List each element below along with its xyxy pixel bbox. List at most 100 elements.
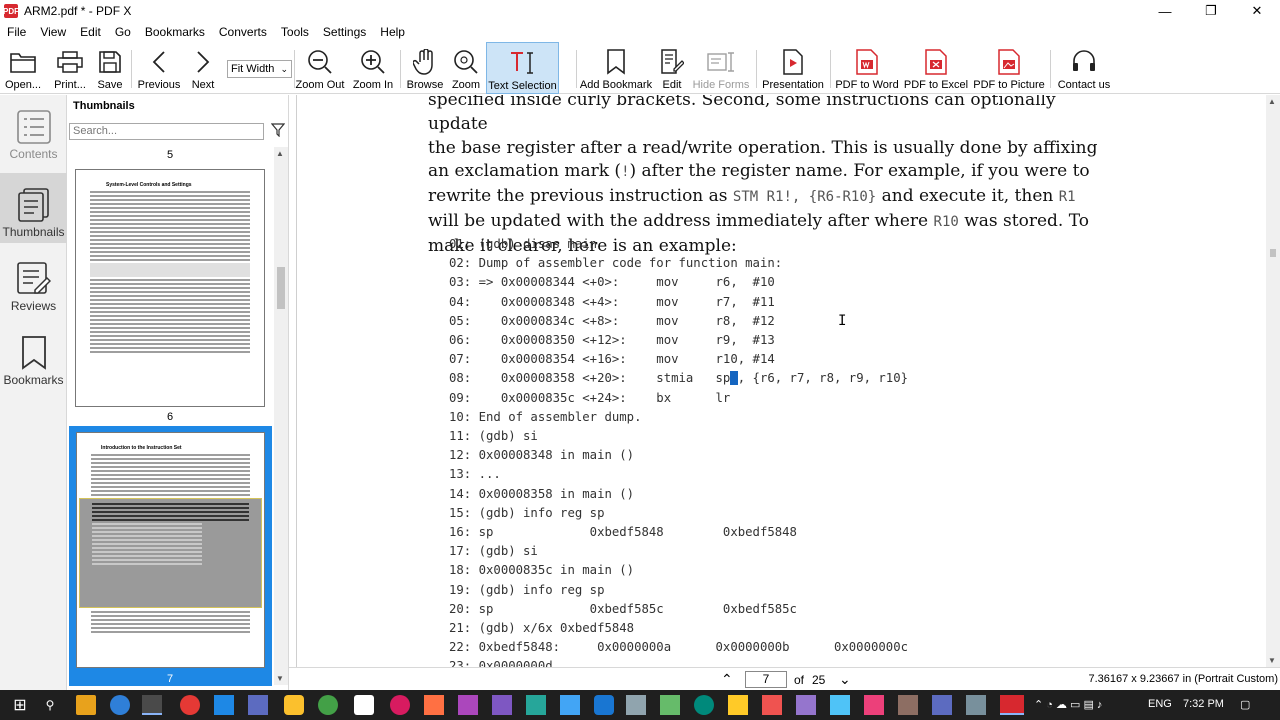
app-icon-notes[interactable] — [728, 695, 748, 715]
previous-page-icon[interactable]: ⌃ — [721, 671, 733, 688]
zoom-in-button[interactable]: Zoom In — [352, 42, 394, 94]
open-button[interactable]: Open... — [2, 42, 44, 94]
document-scrollbar[interactable]: ▲ ▼ — [1266, 95, 1280, 667]
pdf-to-word-button[interactable]: PDF to Word — [835, 42, 899, 94]
menu-file[interactable]: File — [0, 25, 33, 39]
code-line: 12: 0x00008348 in main () — [449, 448, 635, 463]
thumbnail-scrollbar[interactable]: ▲ ▼ — [274, 147, 288, 685]
magnifier-icon — [452, 48, 480, 76]
menu-help[interactable]: Help — [373, 25, 412, 39]
notification-icon[interactable]: ▢ — [1240, 698, 1250, 711]
app-icon-teal[interactable] — [526, 695, 546, 715]
page-total: 25 — [812, 673, 826, 687]
thumb-page-7-text — [79, 454, 262, 633]
app-logo-icon: PDF — [3, 4, 19, 18]
app-icon-green[interactable] — [318, 695, 338, 715]
app-icon-red[interactable] — [762, 695, 782, 715]
pdf-to-picture-button[interactable]: PDF to Picture — [973, 42, 1045, 94]
menu-bookmarks[interactable]: Bookmarks — [138, 25, 212, 39]
start-windows-icon[interactable]: ⊞ — [10, 695, 30, 715]
thumb-page-7-heading: Introduction to the Instruction Set — [101, 445, 182, 451]
menu-edit[interactable]: Edit — [73, 25, 108, 39]
contact-us-button[interactable]: Contact us — [1057, 42, 1111, 94]
search-icon[interactable]: ⚲ — [40, 695, 60, 715]
app-icon-blue[interactable] — [214, 695, 234, 715]
app-icon-brown[interactable] — [898, 695, 918, 715]
add-bookmark-label: Add Bookmark — [579, 79, 653, 91]
nav-bookmarks[interactable]: Bookmarks — [0, 321, 67, 391]
zoom-button[interactable]: Zoom — [451, 42, 481, 94]
save-disk-icon — [96, 48, 124, 76]
scroll-down-icon[interactable]: ▼ — [276, 674, 284, 683]
thumb-page-7[interactable]: Introduction to the Instruction Set — [76, 432, 265, 668]
opera-browser-icon[interactable] — [180, 695, 200, 715]
app-icon-white[interactable] — [354, 695, 374, 715]
maximize-button[interactable]: ❐ — [1188, 0, 1234, 22]
thumbnails-panel: Thumbnails Search... 5 System-Level Cont… — [67, 95, 289, 690]
nav-contents[interactable]: Contents — [0, 95, 67, 165]
nav-thumbnails-label: Thumbnails — [2, 225, 65, 239]
hide-forms-button[interactable]: Hide Forms — [693, 42, 749, 94]
nav-thumbnails[interactable]: Thumbnails — [0, 173, 67, 243]
filter-icon[interactable] — [270, 123, 286, 140]
app-icon-cube[interactable] — [248, 695, 268, 715]
calculator-icon[interactable] — [626, 695, 646, 715]
pdf-to-picture-icon — [995, 48, 1023, 76]
menu-converts[interactable]: Converts — [212, 25, 274, 39]
clock[interactable]: 7:32 PM — [1183, 698, 1224, 710]
thumbnail-search-input[interactable]: Search... — [69, 123, 264, 140]
tray-icons[interactable]: ⌃ ◔ ☁ ▭ ▤ ♪ — [1034, 698, 1102, 711]
menu-view[interactable]: View — [33, 25, 73, 39]
app-icon-cyan[interactable] — [830, 695, 850, 715]
app-icon-green2[interactable] — [660, 695, 680, 715]
thumb-page-6[interactable]: System-Level Controls and Settings — [75, 169, 265, 407]
app-icon-grey[interactable] — [966, 695, 986, 715]
add-bookmark-button[interactable]: Add Bookmark — [579, 42, 653, 94]
text-selection-button[interactable]: Text Selection — [486, 42, 559, 94]
app-icon-orange[interactable] — [424, 695, 444, 715]
menu-settings[interactable]: Settings — [316, 25, 373, 39]
thumbnail-scroll-handle[interactable] — [277, 267, 285, 309]
close-button[interactable]: ✕ — [1234, 0, 1280, 22]
menu-tools[interactable]: Tools — [274, 25, 316, 39]
doc-line-5: will be updated with the address immedia… — [428, 210, 1089, 231]
file-explorer-icon[interactable] — [76, 695, 96, 715]
presentation-button[interactable]: Presentation — [762, 42, 824, 94]
browse-button[interactable]: Browse — [406, 42, 444, 94]
edge-browser-icon[interactable] — [110, 695, 130, 715]
scroll-up-icon[interactable]: ▲ — [1268, 97, 1276, 106]
app-icon-pen[interactable] — [796, 695, 816, 715]
print-button[interactable]: Print... — [50, 42, 90, 94]
app-icon-circle[interactable] — [694, 695, 714, 715]
code-line: 20: sp 0xbedf585c 0xbedf585c — [449, 601, 797, 616]
nav-reviews[interactable]: Reviews — [0, 247, 67, 317]
pdf-x-taskbar-icon[interactable] — [1000, 695, 1024, 715]
next-button[interactable]: Next — [188, 42, 218, 94]
pdf-to-excel-button[interactable]: PDF to Excel — [904, 42, 968, 94]
edit-button[interactable]: Edit — [659, 42, 685, 94]
app-icon-indigo[interactable] — [932, 695, 952, 715]
previous-button[interactable]: Previous — [138, 42, 180, 94]
app-icon-pink[interactable] — [390, 695, 410, 715]
app-icon-purple[interactable] — [458, 695, 478, 715]
visual-studio-icon[interactable] — [492, 695, 512, 715]
document-view[interactable]: specified inside curly brackets. Second,… — [296, 95, 1266, 667]
chrome-browser-icon[interactable] — [142, 695, 162, 715]
language-indicator[interactable]: ENG — [1148, 698, 1172, 710]
page-number-input[interactable]: 7 — [745, 671, 787, 688]
app-icon-lightblue[interactable] — [560, 695, 580, 715]
scroll-up-icon[interactable]: ▲ — [276, 149, 284, 158]
zoom-out-button[interactable]: Zoom Out — [296, 42, 344, 94]
next-page-icon[interactable]: ⌄ — [839, 671, 851, 688]
app-icon-yellow[interactable] — [284, 695, 304, 715]
app-icon-magenta[interactable] — [864, 695, 884, 715]
save-button[interactable]: Save — [94, 42, 126, 94]
scroll-down-icon[interactable]: ▼ — [1268, 656, 1276, 665]
minimize-button[interactable]: — — [1142, 0, 1188, 22]
fit-width-select[interactable]: Fit Width ⌄ — [227, 60, 292, 78]
document-scroll-handle[interactable] — [1270, 249, 1276, 257]
code-line: 14: 0x00008358 in main () — [449, 486, 635, 501]
zoom-app-icon[interactable] — [594, 695, 614, 715]
presentation-icon — [779, 48, 807, 76]
menu-go[interactable]: Go — [108, 25, 138, 39]
